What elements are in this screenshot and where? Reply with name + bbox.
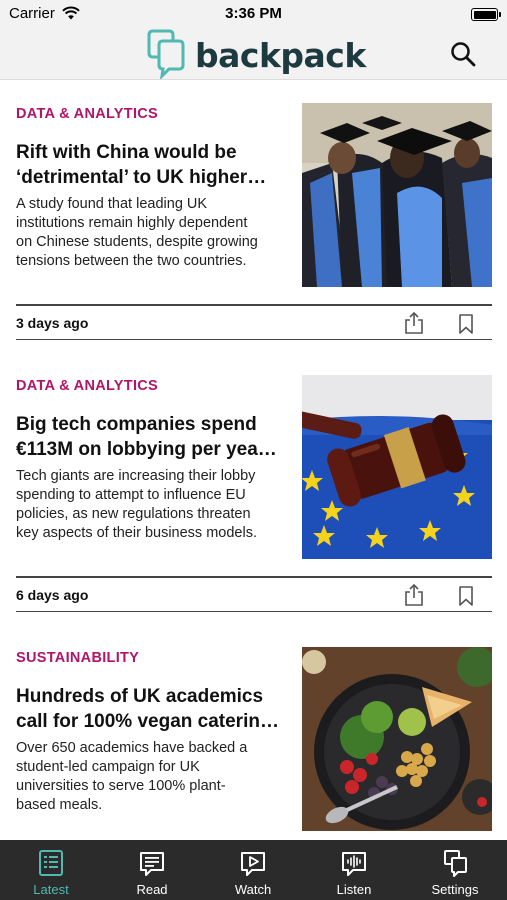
tab-read[interactable]: Read	[102, 840, 202, 900]
headline-line: ‘detrimental’ to UK higher…	[16, 167, 267, 188]
article-thumbnail-graduates[interactable]	[302, 103, 492, 287]
summary-line: policies, as new regulations threaten	[16, 506, 251, 522]
tab-label: Latest	[33, 882, 69, 897]
list-icon	[39, 850, 63, 876]
article-category: SUSTAINABILITY	[16, 650, 140, 666]
article-age: 3 days ago	[16, 315, 89, 331]
summary-line: key aspects of their business models.	[16, 525, 257, 541]
tab-latest[interactable]: Latest	[1, 840, 101, 900]
share-icon[interactable]	[403, 583, 425, 607]
logo-text: backpack	[195, 35, 366, 75]
summary-line: Over 650 academics have backed a	[16, 740, 248, 756]
tab-label: Watch	[234, 882, 272, 897]
article-card[interactable]: DATA & ANALYTICS Big tech companies spen…	[0, 352, 507, 624]
article-category: DATA & ANALYTICS	[16, 106, 159, 122]
article-headline[interactable]: Rift with China would be ‘detrimental’ t…	[16, 140, 288, 190]
logo-mark-icon	[147, 29, 185, 79]
summary-line: student-led campaign for UK	[16, 759, 200, 775]
summary-line: institutions remain highly dependent	[16, 215, 248, 231]
status-time: 3:36 PM	[225, 5, 282, 22]
summary-line: A study found that leading UK	[16, 196, 208, 212]
article-card[interactable]: DATA & ANALYTICS Rift with China would b…	[0, 80, 507, 352]
article-thumbnail-gavel[interactable]	[302, 375, 492, 559]
article-headline[interactable]: Big tech companies spend €113M on lobbyi…	[16, 412, 288, 462]
headline-line: call for 100% vegan caterin…	[16, 711, 279, 732]
bookmark-icon[interactable]	[457, 585, 475, 607]
bookmark-icon[interactable]	[457, 313, 475, 335]
article-meta-bar: 6 days ago	[16, 576, 492, 612]
article-summary: Over 650 academics have backed a student…	[16, 739, 292, 815]
article-summary: A study found that leading UK institutio…	[16, 195, 292, 271]
audio-wave-icon	[342, 852, 366, 876]
summary-line: spending to attempt to influence EU	[16, 487, 246, 503]
tab-listen[interactable]: Listen	[304, 840, 404, 900]
summary-line: Tech giants are increasing their lobby	[16, 468, 256, 484]
search-icon[interactable]	[449, 40, 477, 68]
tab-label: Listen	[336, 882, 372, 897]
headline-line: €113M on lobbying per yea…	[16, 439, 277, 460]
battery-icon	[471, 8, 501, 21]
article-feed[interactable]: DATA & ANALYTICS Rift with China would b…	[0, 80, 507, 840]
headline-line: Rift with China would be	[16, 142, 237, 163]
settings-icon	[444, 850, 467, 877]
share-icon[interactable]	[403, 311, 425, 335]
tab-bar: Latest Read Watch Listen Settings	[0, 840, 507, 900]
headline-line: Big tech companies spend	[16, 414, 257, 435]
article-category: DATA & ANALYTICS	[16, 378, 159, 394]
tab-label: Read	[136, 882, 168, 897]
headline-line: Hundreds of UK academics	[16, 686, 264, 707]
article-summary: Tech giants are increasing their lobby s…	[16, 467, 292, 543]
article-thumbnail-salad[interactable]	[302, 647, 492, 831]
play-icon	[241, 852, 265, 876]
summary-line: on Chinese students, despite growing	[16, 234, 258, 250]
tab-label: Settings	[431, 882, 479, 897]
summary-line: based meals.	[16, 797, 103, 813]
article-meta-bar: 3 days ago	[16, 304, 492, 340]
summary-line: tensions between the two countries.	[16, 253, 247, 269]
tab-settings[interactable]: Settings	[405, 840, 505, 900]
summary-line: universities to serve 100% plant-	[16, 778, 226, 794]
article-card[interactable]: SUSTAINABILITY Hundreds of UK academics …	[0, 624, 507, 840]
article-headline[interactable]: Hundreds of UK academics call for 100% v…	[16, 684, 288, 734]
status-bar: Carrier 3:36 PM	[0, 0, 507, 28]
tab-watch[interactable]: Watch	[203, 840, 303, 900]
backpack-logo: backpack	[145, 28, 366, 80]
nav-bar: backpack	[0, 28, 507, 80]
read-icon	[140, 852, 164, 876]
article-age: 6 days ago	[16, 587, 89, 603]
